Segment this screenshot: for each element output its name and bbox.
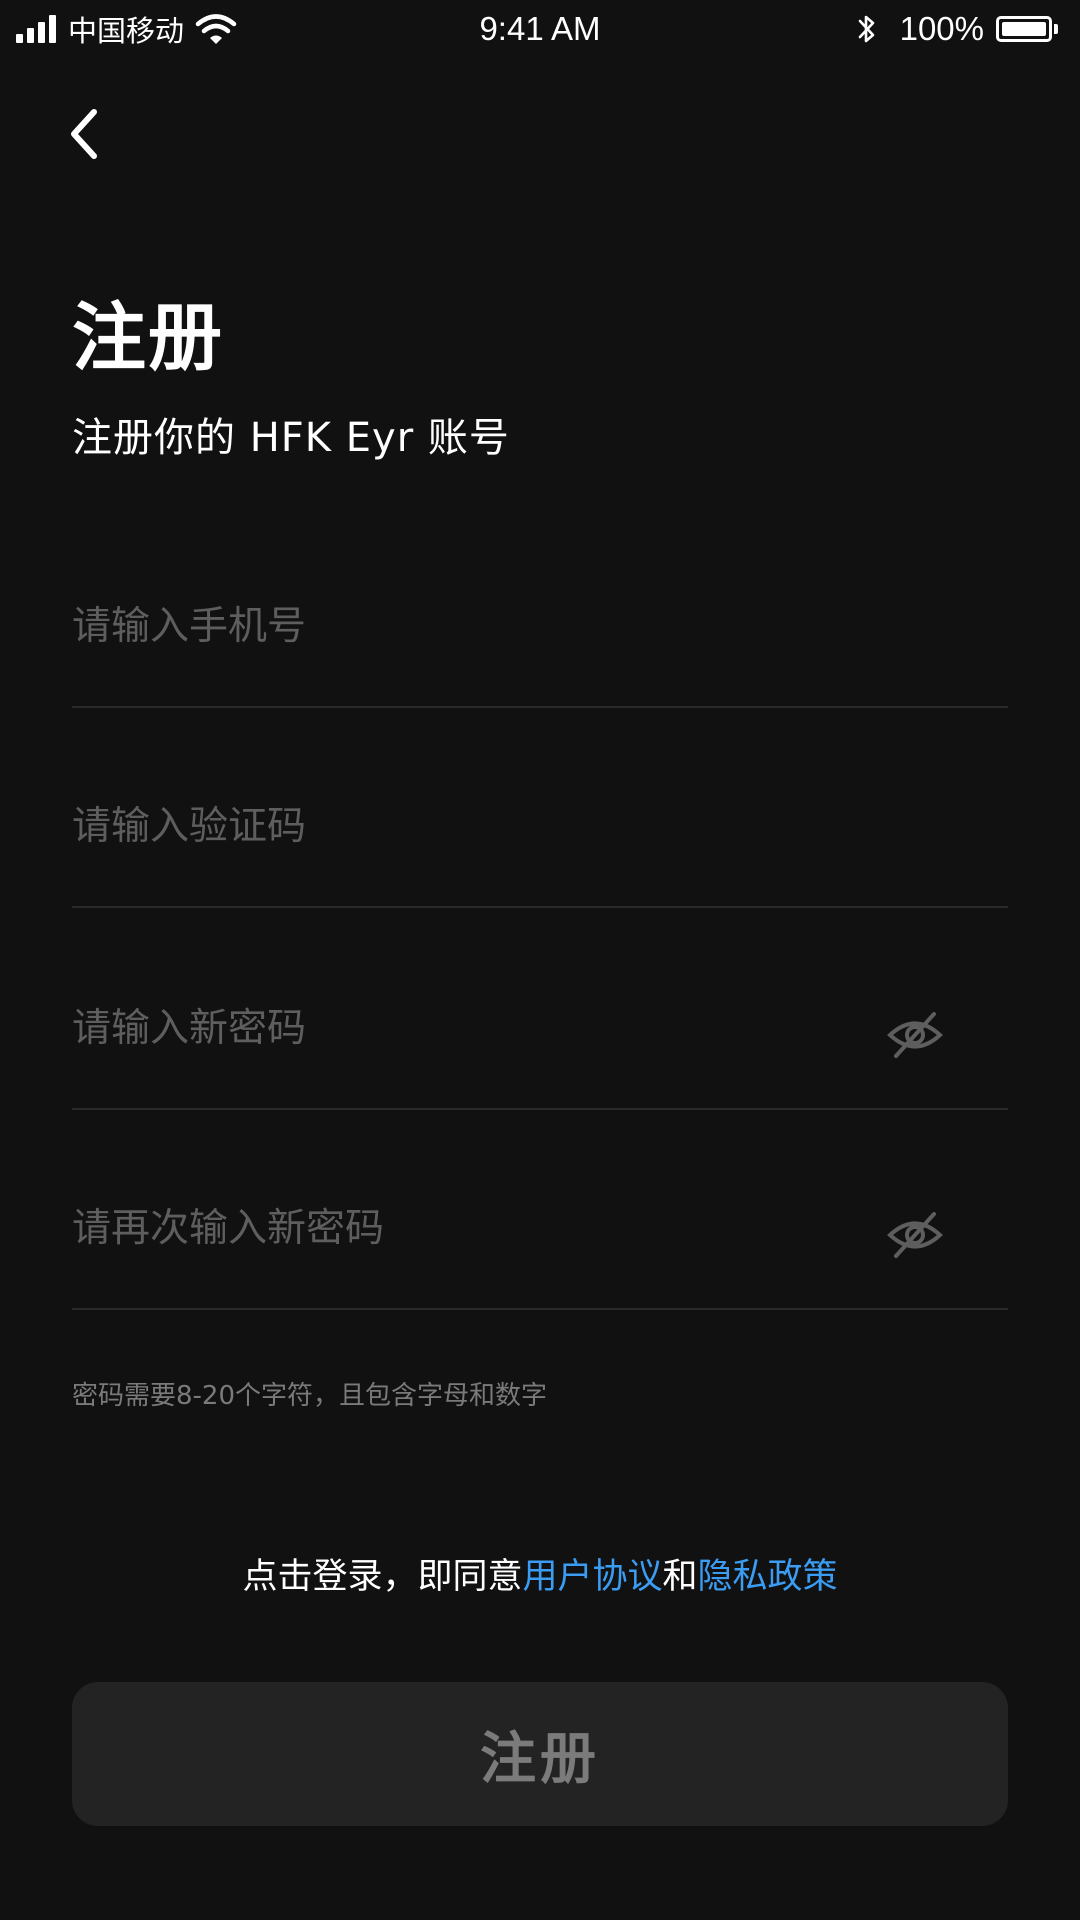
password-visibility-toggle[interactable] xyxy=(886,1006,944,1064)
agreement-prefix: 点击登录，即同意 xyxy=(242,1557,523,1597)
back-button[interactable] xyxy=(60,104,110,164)
password-hint: 密码需要8-20个字符，且包含字母和数字 xyxy=(72,1381,548,1411)
page-title: 注册 xyxy=(72,295,224,381)
password-field xyxy=(72,910,1008,1110)
code-field xyxy=(72,708,1008,908)
agreement-conjunction: 和 xyxy=(662,1557,698,1597)
agreement-text: 点击登录，即同意用户协议和隐私政策 xyxy=(0,1552,1080,1602)
verification-code-input[interactable] xyxy=(72,796,892,856)
battery-percentage: 100% xyxy=(899,10,984,47)
page-subtitle: 注册你的 HFK Eyr 账号 xyxy=(72,415,510,461)
back-arrow-icon xyxy=(71,109,97,159)
confirm-password-visibility-toggle[interactable] xyxy=(886,1206,944,1264)
register-button[interactable]: 注册 xyxy=(72,1682,1008,1826)
status-bar-right: 100% xyxy=(856,8,1058,50)
phone-field xyxy=(72,508,1008,708)
confirm-password-input[interactable] xyxy=(72,1198,892,1258)
new-password-input[interactable] xyxy=(72,998,892,1058)
eye-off-icon xyxy=(887,1012,943,1058)
confirm-password-field xyxy=(72,1110,1008,1310)
terms-link[interactable]: 用户协议 xyxy=(522,1557,662,1597)
battery-icon xyxy=(996,16,1058,42)
privacy-link[interactable]: 隐私政策 xyxy=(698,1557,838,1597)
eye-off-icon xyxy=(887,1212,943,1258)
bluetooth-icon xyxy=(858,15,874,43)
phone-input[interactable] xyxy=(72,596,892,656)
status-bar: 中国移动 9:41 AM 100% xyxy=(0,0,1080,58)
